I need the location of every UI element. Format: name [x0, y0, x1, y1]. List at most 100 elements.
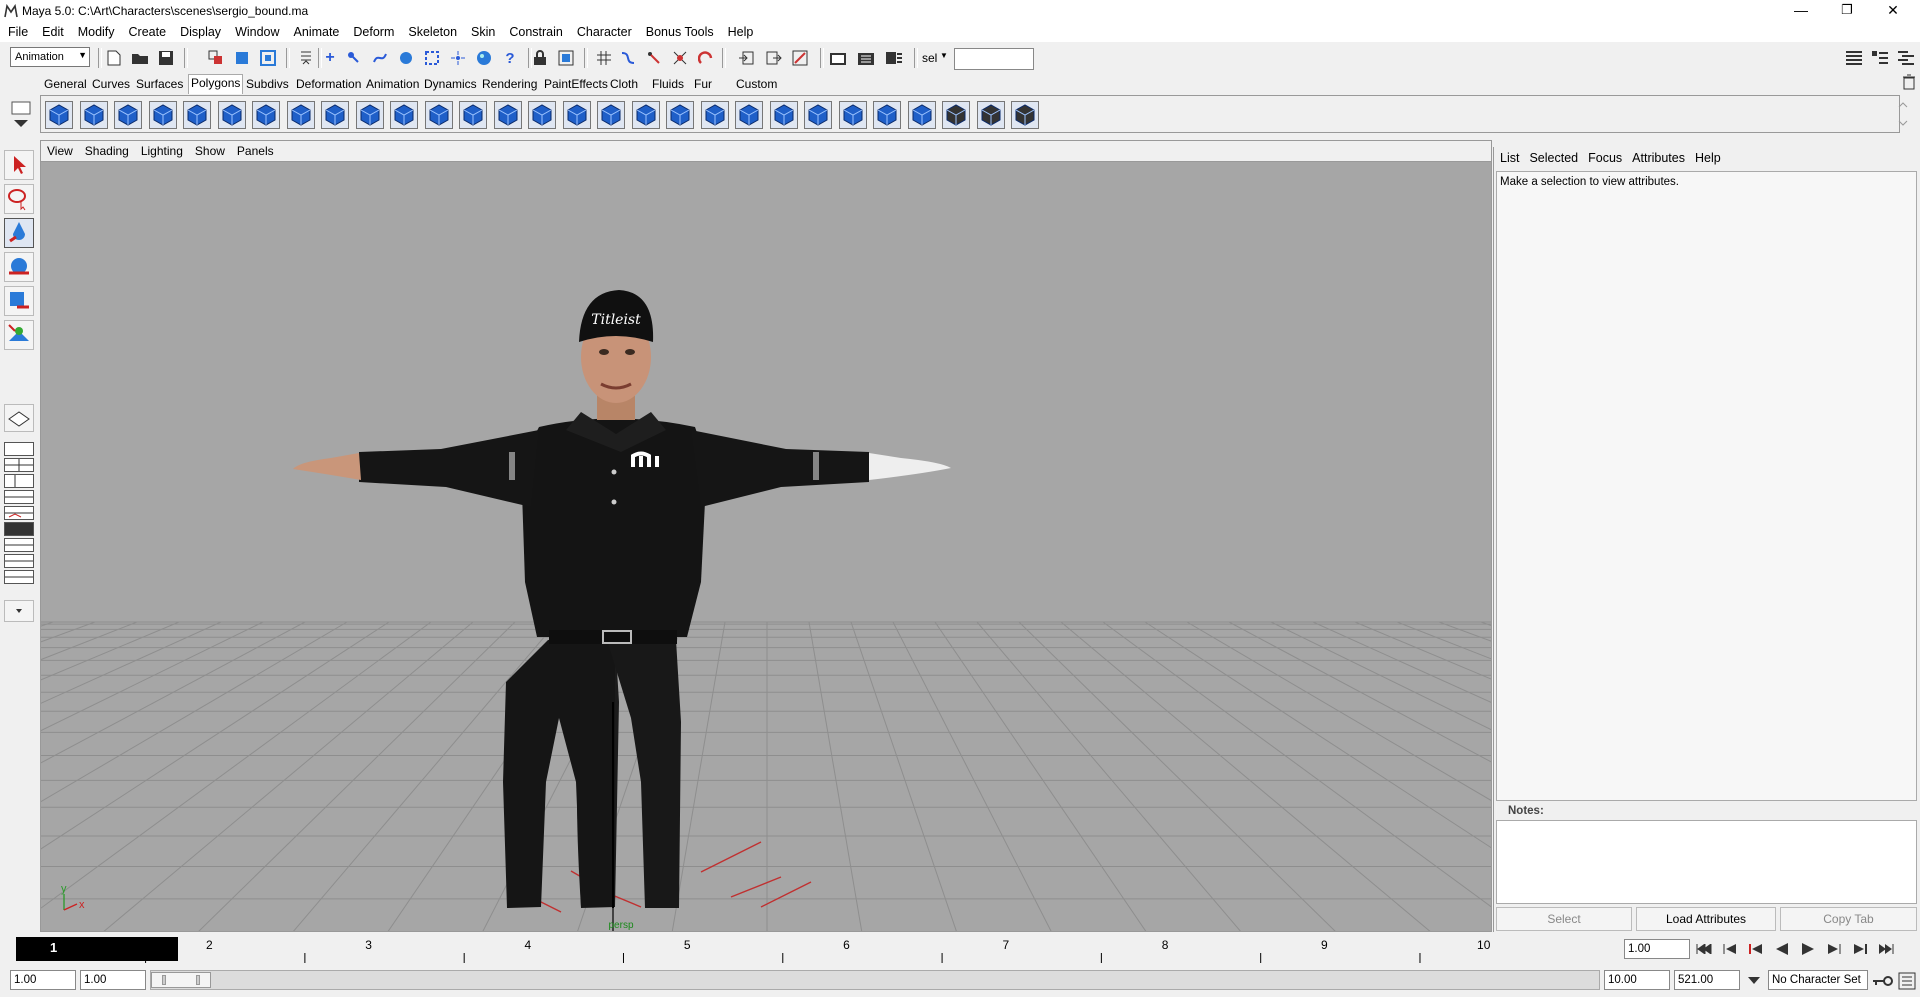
layout-persp-trax-icon[interactable] [4, 538, 34, 552]
snap-point-icon[interactable] [644, 48, 664, 68]
ae-menu-focus[interactable]: Focus [1582, 147, 1626, 169]
shelf-tool-icon[interactable] [459, 101, 487, 129]
shelf-tool-icon[interactable] [286, 101, 315, 129]
shelf-tool-icon[interactable] [873, 101, 901, 129]
shelf-tab-dynamics[interactable]: Dynamics [422, 76, 479, 92]
end-time-field[interactable]: 521.00 [1674, 970, 1740, 990]
menu-modify[interactable]: Modify [70, 22, 121, 42]
shelf-tool-icon[interactable] [942, 101, 970, 129]
menu-character[interactable]: Character [569, 22, 638, 42]
input-ops-icon[interactable] [736, 48, 756, 68]
vp-menu-shading[interactable]: Shading [79, 141, 135, 161]
shelf-tool-icon[interactable] [321, 101, 349, 129]
select-surfaces-icon[interactable] [396, 48, 416, 68]
step-forward-frame-icon[interactable] [1824, 939, 1844, 959]
toggle-tool-settings-icon[interactable] [1896, 48, 1916, 68]
select-object-icon[interactable] [232, 48, 252, 68]
render-globals-icon[interactable] [884, 48, 904, 68]
shelf-tool-icon[interactable] [114, 101, 142, 129]
playback-start-field[interactable]: 1.00 [80, 970, 146, 990]
select-misc-icon[interactable]: ? [500, 48, 520, 68]
layout-single-icon[interactable] [4, 442, 34, 456]
restore-button[interactable]: ❐ [1824, 0, 1870, 22]
layout-outliner-graph-icon[interactable] [4, 554, 34, 568]
highlight-selection-icon[interactable] [556, 48, 576, 68]
viewport-persp[interactable]: View Shading Lighting Show Panels Titlei… [40, 140, 1492, 932]
toggle-channel-box-icon[interactable] [1844, 48, 1864, 68]
select-button[interactable]: Select [1496, 907, 1632, 931]
toggle-attribute-editor-icon[interactable] [1870, 48, 1890, 68]
shelf-tool-icon[interactable] [493, 101, 522, 129]
rotate-tool-icon[interactable] [4, 286, 34, 316]
shelf-tab-curves[interactable]: Curves [90, 76, 132, 92]
shelf-tool-icon[interactable] [666, 101, 694, 129]
shelf-tab-deformation[interactable]: Deformation [294, 76, 363, 92]
sel-mode-label[interactable]: sel [922, 51, 937, 65]
menu-create[interactable]: Create [121, 22, 173, 42]
snap-curve-icon[interactable] [618, 48, 638, 68]
shelf-tab-subdivs[interactable]: Subdivs [244, 76, 291, 92]
character-set-field[interactable]: No Character Set [1768, 970, 1868, 990]
copy-tab-button[interactable]: Copy Tab [1780, 907, 1917, 931]
select-tool-icon[interactable] [4, 150, 34, 180]
show-manipulator-icon[interactable] [4, 404, 34, 432]
shelf-tool-icon[interactable] [838, 101, 867, 129]
output-ops-icon[interactable] [764, 48, 784, 68]
start-time-field[interactable]: 1.00 [10, 970, 76, 990]
menu-animate[interactable]: Animate [286, 22, 346, 42]
go-to-end-icon[interactable] [1876, 939, 1896, 959]
shelf-tab-animation[interactable]: Animation [364, 76, 421, 92]
shelf-tab-painteffects[interactable]: PaintEffects [542, 76, 610, 92]
time-slider[interactable]: 1 2 3 4 5 6 7 8 9 10 [16, 935, 1490, 963]
shelf-tool-icon[interactable] [1011, 101, 1039, 129]
chevron-down-icon[interactable] [1744, 970, 1764, 990]
shelf-scroll[interactable] [1896, 97, 1910, 131]
vp-menu-view[interactable]: View [41, 141, 79, 161]
render-icon[interactable] [856, 48, 876, 68]
select-curves-icon[interactable] [370, 48, 390, 68]
layout-persp-graph-icon[interactable] [4, 490, 34, 504]
step-forward-key-icon[interactable] [1850, 939, 1870, 959]
select-dynamics-icon[interactable] [448, 48, 468, 68]
shelf-tool-icon[interactable] [528, 101, 556, 129]
load-attributes-button[interactable]: Load Attributes [1636, 907, 1776, 931]
shelf-tab-rendering[interactable]: Rendering [480, 76, 539, 92]
shelf-tool-icon[interactable] [700, 101, 729, 129]
ae-menu-attributes[interactable]: Attributes [1626, 147, 1689, 169]
construction-history-icon[interactable] [790, 48, 810, 68]
new-scene-icon[interactable] [104, 48, 124, 68]
shelf-tool-icon[interactable] [631, 101, 660, 129]
layout-persp-outliner-icon[interactable] [4, 474, 34, 488]
menu-bonus-tools[interactable]: Bonus Tools [638, 22, 720, 42]
quick-select-input[interactable] [954, 48, 1034, 70]
shelf-tool-icon[interactable] [735, 101, 763, 129]
minimize-button[interactable]: — [1778, 0, 1824, 22]
playback-end-field[interactable]: 10.00 [1604, 970, 1670, 990]
open-scene-icon[interactable] [130, 48, 150, 68]
shelf-tab-polygons[interactable]: Polygons [188, 74, 244, 94]
shelf-tab-general[interactable]: General [42, 76, 89, 92]
shelf-tab-cloth[interactable]: Cloth [608, 76, 640, 92]
shelf-menu-button[interactable] [8, 98, 34, 132]
menu-file[interactable]: File [0, 22, 34, 42]
shelf-tool-icon[interactable] [79, 101, 108, 129]
ae-menu-selected[interactable]: Selected [1523, 147, 1582, 169]
shelf-tool-icon[interactable] [183, 101, 211, 129]
go-to-start-icon[interactable] [1694, 939, 1714, 959]
shelf-tool-icon[interactable] [390, 101, 418, 129]
lasso-tool-icon[interactable] [4, 184, 34, 214]
save-scene-icon[interactable] [156, 48, 176, 68]
shelf-tool-icon[interactable] [907, 101, 936, 129]
play-backward-icon[interactable] [1772, 939, 1792, 959]
scene-view[interactable]: Titleist persp y x [41, 162, 1492, 932]
menu-skin[interactable]: Skin [463, 22, 501, 42]
shelf-tab-fluids[interactable]: Fluids [650, 76, 686, 92]
auto-key-icon[interactable] [1872, 974, 1894, 988]
menu-window[interactable]: Window [227, 22, 285, 42]
select-rendering-icon[interactable] [474, 48, 494, 68]
scale-tool-icon[interactable] [4, 320, 34, 350]
mask-menu-icon[interactable] [296, 48, 316, 68]
menu-skeleton[interactable]: Skeleton [400, 22, 463, 42]
ae-menu-help[interactable]: Help [1689, 147, 1725, 169]
render-view-icon[interactable] [828, 48, 848, 68]
